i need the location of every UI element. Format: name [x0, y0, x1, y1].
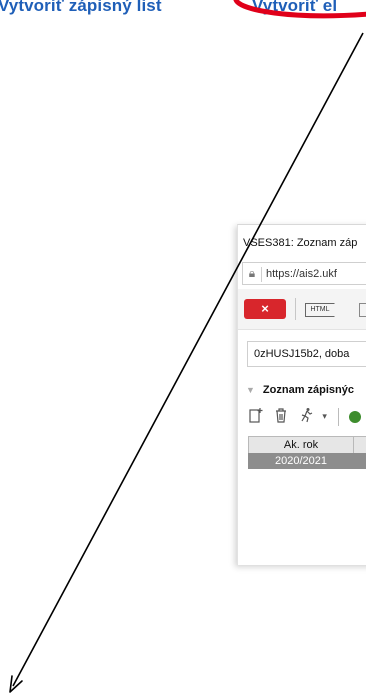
study-info-field: 0zHUSJ15b2, doba — [247, 341, 366, 367]
table-cell-academic-year: 2020/2021 — [248, 453, 353, 469]
table-row[interactable]: 2020/2021 — [248, 453, 366, 469]
run-icon[interactable] — [298, 407, 314, 427]
ais-window: VSES381: Zoznam záp 🔒︎ https://ais2.ukf ×… — [237, 224, 366, 565]
lock-icon: 🔒︎ — [248, 266, 256, 280]
column-header-academic-year[interactable]: Ak. rok — [248, 436, 354, 454]
close-button[interactable]: × — [244, 299, 286, 319]
green-status-icon[interactable] — [349, 411, 362, 423]
panel-toolbar: ▾ — [248, 407, 366, 429]
html-export-button[interactable]: HTML — [305, 303, 335, 317]
pointer-arrow-head — [9, 675, 23, 693]
dropdown-icon[interactable]: ▾ — [322, 412, 327, 422]
table-header-row: Ak. rok — [248, 436, 366, 454]
panel-collapse-icon[interactable]: ▼ — [238, 385, 263, 395]
address-bar[interactable]: 🔒︎ https://ais2.ukf — [242, 262, 366, 285]
enrollment-table: Ak. rok 2020/2021 — [248, 436, 366, 469]
panel-header[interactable]: ▼ Zoznam zápisnýc — [238, 379, 366, 401]
address-divider — [261, 266, 262, 282]
create-enrollment-sheet-link[interactable]: Vytvoriť zápisný list — [0, 0, 162, 16]
url-text: https://ais2.ukf — [266, 268, 337, 280]
toolbar-divider — [295, 298, 296, 320]
table-cell-next — [353, 453, 366, 469]
page-header: Vytvoriť zápisný list Vytvoriť el — [0, 0, 366, 30]
add-icon[interactable] — [248, 407, 264, 427]
create-electronic-link[interactable]: Vytvoriť el — [252, 0, 337, 16]
column-header-next[interactable] — [354, 436, 366, 454]
panel-title: Zoznam zápisnýc — [262, 384, 354, 396]
toolbar-divider — [337, 408, 339, 426]
delete-icon[interactable] — [273, 407, 289, 427]
toolbar: × HTML — [238, 289, 366, 330]
window-title: VSES381: Zoznam záp — [238, 225, 366, 261]
more-export-icon[interactable] — [359, 303, 366, 317]
